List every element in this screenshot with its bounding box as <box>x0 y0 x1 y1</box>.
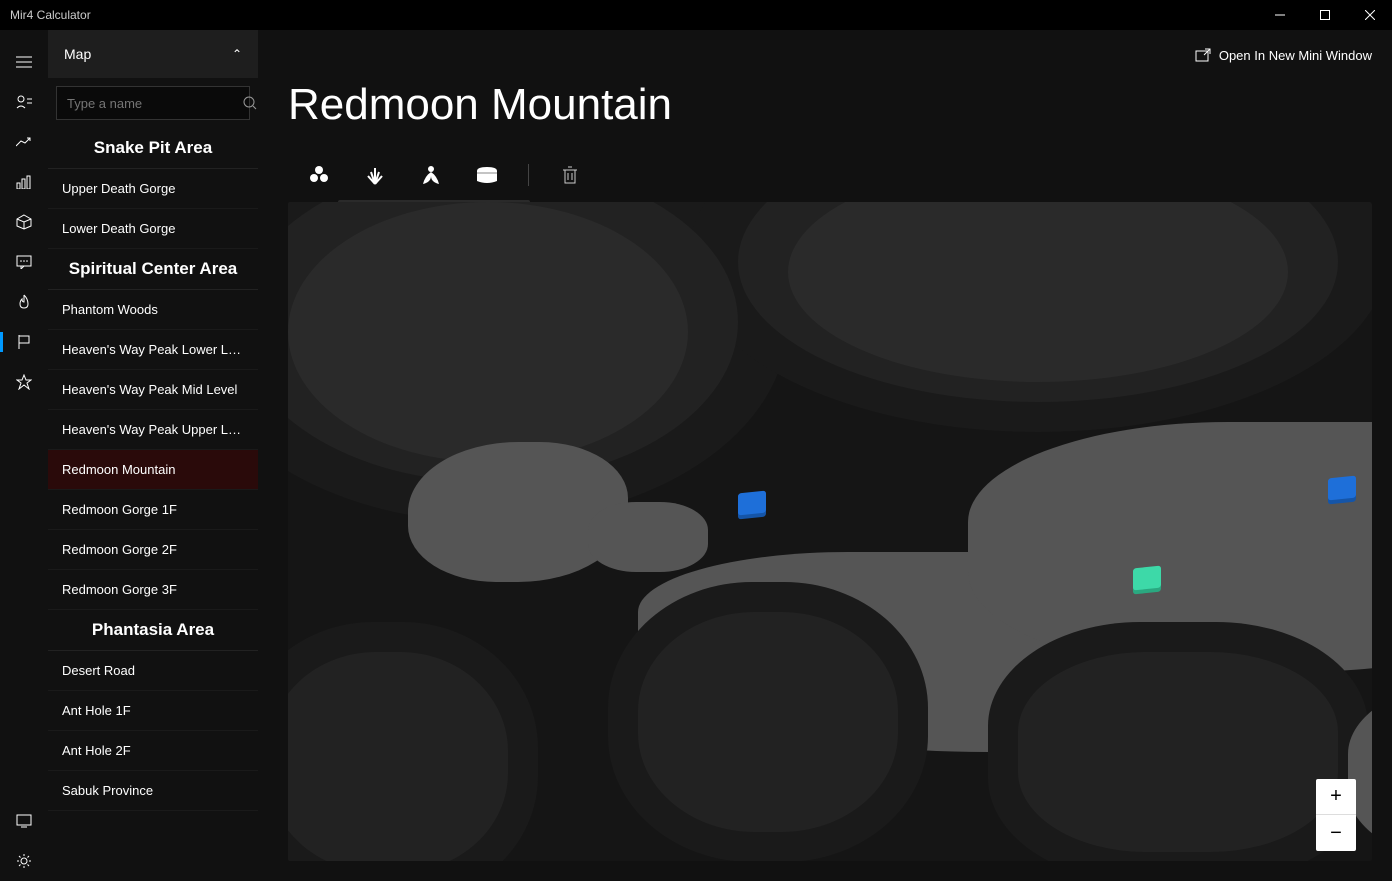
filter-delete-icon[interactable] <box>555 160 585 190</box>
zoom-out-button[interactable]: − <box>1316 815 1356 851</box>
filter-chest-icon[interactable] <box>472 160 502 190</box>
area-header: Phantasia Area <box>48 610 258 651</box>
map-item[interactable]: Sabuk Province <box>48 771 258 811</box>
nav-star-icon[interactable] <box>0 362 48 402</box>
nav-flag-icon[interactable] <box>0 322 48 362</box>
map-marker-blue[interactable] <box>1328 476 1356 501</box>
nav-rail <box>0 30 48 881</box>
zoom-control: + − <box>1316 779 1356 851</box>
map-marker-blue[interactable] <box>738 491 766 516</box>
hamburger-button[interactable] <box>0 42 48 82</box>
page-title: Redmoon Mountain <box>288 80 1372 130</box>
sidebar-title: Map <box>64 46 91 62</box>
nav-settings-icon[interactable] <box>0 841 48 881</box>
filter-separator <box>528 164 529 186</box>
close-button[interactable] <box>1347 0 1392 30</box>
map-item[interactable]: Redmoon Gorge 2F <box>48 530 258 570</box>
open-mini-window-button[interactable]: Open In New Mini Window <box>1195 48 1372 63</box>
map-item[interactable]: Redmoon Gorge 1F <box>48 490 258 530</box>
new-window-icon <box>1195 48 1211 62</box>
map-item[interactable]: Desert Road <box>48 651 258 691</box>
map-marker-teal[interactable] <box>1133 566 1161 591</box>
map-item[interactable]: Phantom Woods <box>48 290 258 330</box>
nav-people-icon[interactable] <box>0 82 48 122</box>
map-canvas[interactable] <box>288 202 1372 861</box>
nav-cube-icon[interactable] <box>0 202 48 242</box>
map-item[interactable]: Lower Death Gorge <box>48 209 258 249</box>
map-item[interactable]: Heaven's Way Peak Upper Le... <box>48 410 258 450</box>
zoom-in-button[interactable]: + <box>1316 779 1356 815</box>
map-item[interactable]: Heaven's Way Peak Mid Level <box>48 370 258 410</box>
filter-ore-icon[interactable] <box>304 160 334 190</box>
area-header: Spiritual Center Area <box>48 249 258 290</box>
map-item[interactable]: Ant Hole 1F <box>48 691 258 731</box>
nav-flame-icon[interactable] <box>0 282 48 322</box>
main-content: Open In New Mini Window Redmoon Mountain <box>258 30 1392 881</box>
map-item[interactable]: Redmoon Mountain <box>48 450 258 490</box>
search-input[interactable] <box>67 96 243 111</box>
nav-screen-icon[interactable] <box>0 801 48 841</box>
sidebar: Map ⌃ Snake Pit AreaUpper Death GorgeLow… <box>48 30 258 881</box>
minimize-button[interactable] <box>1257 0 1302 30</box>
maximize-button[interactable] <box>1302 0 1347 30</box>
map-item[interactable]: Ant Hole 2F <box>48 731 258 771</box>
map-item[interactable]: Redmoon Gorge 3F <box>48 570 258 610</box>
app-title: Mir4 Calculator <box>10 8 91 22</box>
filter-herb-icon[interactable] <box>360 160 390 190</box>
map-item[interactable]: Heaven's Way Peak Lower Le... <box>48 330 258 370</box>
filter-bar <box>288 160 1372 190</box>
search-icon <box>243 96 257 110</box>
open-mini-label: Open In New Mini Window <box>1219 48 1372 63</box>
nav-bars-icon[interactable] <box>0 162 48 202</box>
nav-trend-icon[interactable] <box>0 122 48 162</box>
chevron-up-icon: ⌃ <box>232 47 242 61</box>
map-item[interactable]: Upper Death Gorge <box>48 169 258 209</box>
area-header: Snake Pit Area <box>48 128 258 169</box>
nav-chat-icon[interactable] <box>0 242 48 282</box>
sidebar-header[interactable]: Map ⌃ <box>48 30 258 78</box>
filter-meditate-icon[interactable] <box>416 160 446 190</box>
search-box[interactable] <box>56 86 250 120</box>
